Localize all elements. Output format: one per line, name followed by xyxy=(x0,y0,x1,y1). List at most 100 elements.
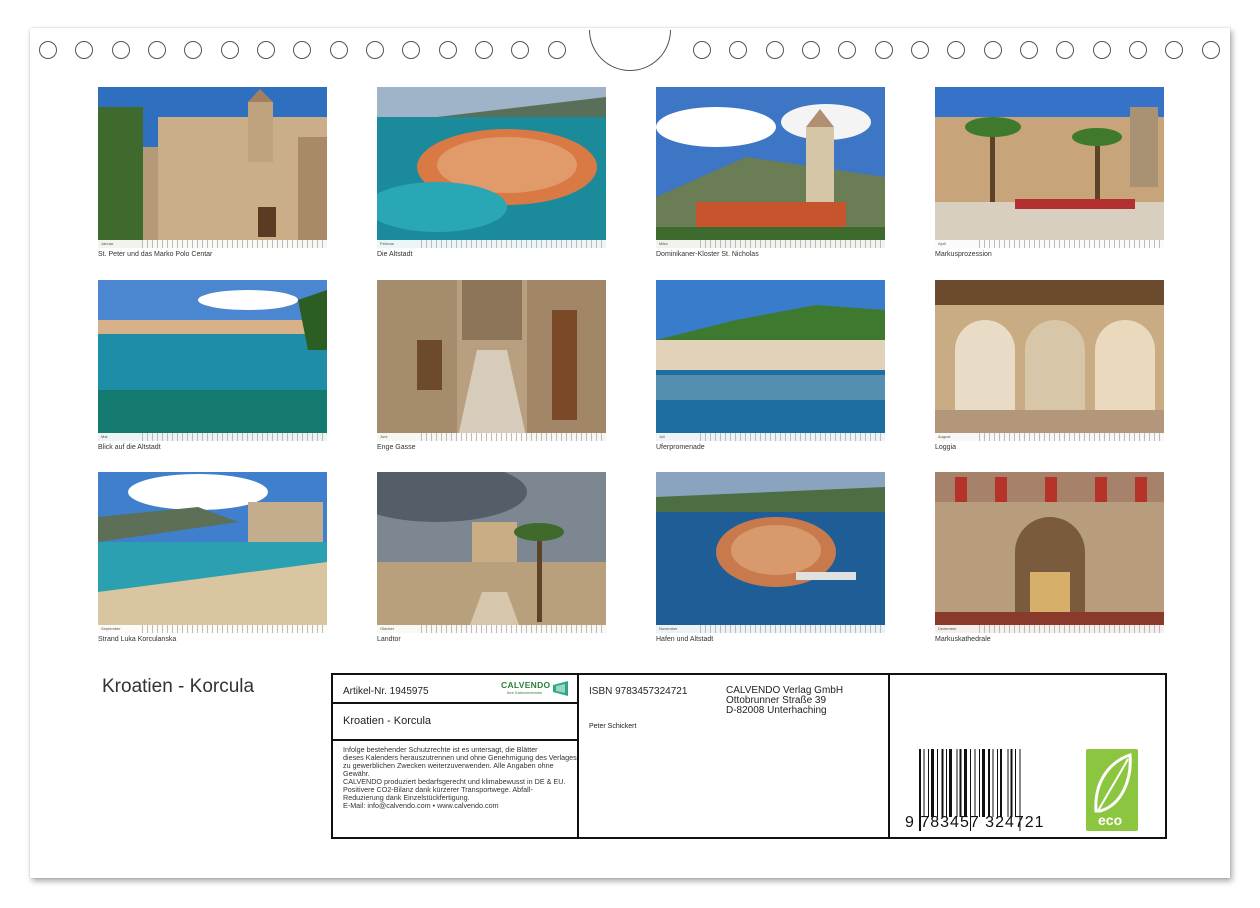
photo-image xyxy=(656,280,885,441)
strip-month-label: April xyxy=(938,241,947,246)
month-photo: Juni xyxy=(377,280,606,441)
barcode-bar xyxy=(941,749,944,817)
photo-image xyxy=(98,280,327,441)
strip-month-label: Oktober xyxy=(380,626,395,631)
month-date-strip: März xyxy=(656,240,885,248)
photo-caption: Blick auf die Altstadt xyxy=(98,444,161,451)
product-info-box: Artikel-Nr. 1945975 CALVENDO Ihre Kalend… xyxy=(331,673,1167,839)
month-date-strip: Juni xyxy=(377,433,606,441)
barcode-bar xyxy=(988,749,990,817)
month-photo: Mai xyxy=(98,280,327,441)
month-date-strip: August xyxy=(935,433,1164,441)
divider xyxy=(577,675,579,837)
strip-month-label: Mai xyxy=(101,434,108,439)
calvendo-logo: CALVENDO Ihre Kalendermarke xyxy=(501,680,571,700)
month-date-strip: Dezember xyxy=(935,625,1164,633)
photo-caption: Uferpromenade xyxy=(656,444,705,451)
photo-image xyxy=(377,87,606,248)
barcode-bar xyxy=(946,749,947,817)
photo-caption: Landtor xyxy=(377,636,401,643)
month-date-strip: Mai xyxy=(98,433,327,441)
legal-line: zu gewerblichen Zwecken weiterzuverwende… xyxy=(343,761,554,770)
strip-month-label: Dezember xyxy=(938,626,957,631)
month-photo: August xyxy=(935,280,1164,441)
barcode-bar xyxy=(949,749,952,817)
barcode-bar xyxy=(928,749,929,817)
month-photo: März xyxy=(656,87,885,248)
eco-label: eco xyxy=(1098,812,1123,828)
calvendo-mark-icon xyxy=(553,681,568,696)
barcode-bar xyxy=(1007,749,1009,817)
legal-line: E-Mail: info@calvendo.com • www.calvendo… xyxy=(343,801,499,810)
barcode-digits: 9 783457 324721 xyxy=(905,814,1045,831)
barcode-bar xyxy=(982,749,985,817)
barcode-bar xyxy=(1000,749,1002,817)
article-number: Artikel-Nr. 1945975 xyxy=(343,686,429,697)
barcode-bar xyxy=(997,749,998,817)
photo-caption: Loggia xyxy=(935,444,957,451)
month-date-strip: Januar xyxy=(98,240,327,248)
calendar-title: Kroatien - Korcula xyxy=(102,676,255,697)
month-date-strip: April xyxy=(935,240,1164,248)
barcode-bar xyxy=(923,749,925,817)
month-date-strip: Oktober xyxy=(377,625,606,633)
photo-caption: Markuskathedrale xyxy=(935,636,991,643)
month-photo: September xyxy=(98,472,327,633)
author-name: Peter Schickert xyxy=(589,723,637,730)
photo-caption: Strand Luka Korculanska xyxy=(98,636,177,643)
strip-month-label: August xyxy=(938,434,951,439)
barcode-bar xyxy=(931,749,934,817)
month-photo: Februar xyxy=(377,87,606,248)
divider xyxy=(333,739,579,741)
barcode-bar xyxy=(1010,749,1013,817)
month-photo: Oktober xyxy=(377,472,606,633)
strip-month-label: September xyxy=(101,626,121,631)
divider xyxy=(333,702,579,704)
photo-caption: Hafen und Altstadt xyxy=(656,636,714,643)
month-photo: April xyxy=(935,87,1164,248)
strip-month-label: Februar xyxy=(380,241,395,246)
barcode-bar xyxy=(964,749,967,817)
photo-caption: Die Altstadt xyxy=(377,251,413,258)
barcode-bar xyxy=(937,749,938,817)
photo-image xyxy=(656,472,885,633)
photo-caption: Markusprozession xyxy=(935,251,992,258)
eco-badge: eco xyxy=(1086,749,1138,831)
barcode-bar xyxy=(959,749,962,817)
product-title: Kroatien - Korcula xyxy=(343,715,432,727)
strip-month-label: Juni xyxy=(380,434,388,439)
photo-image xyxy=(377,280,606,441)
photo-image xyxy=(98,87,327,248)
month-date-strip: November xyxy=(656,625,885,633)
publisher-line: D-82008 Unterhaching xyxy=(726,705,827,716)
barcode-bar xyxy=(956,749,958,817)
barcode-bar xyxy=(1015,749,1016,817)
strip-month-label: Juli xyxy=(659,434,666,439)
month-photo: November xyxy=(656,472,885,633)
month-photo: Dezember xyxy=(935,472,1164,633)
photo-caption: Dominikaner-Kloster St. Nicholas xyxy=(656,251,759,258)
strip-month-label: März xyxy=(659,241,668,246)
barcode-bar xyxy=(979,749,980,817)
photo-image xyxy=(98,472,327,633)
publisher-address: CALVENDO Verlag GmbH Ottobrunner Straße 3… xyxy=(726,686,843,716)
legal-notice: Infolge bestehender Schutzrechte ist es … xyxy=(343,746,577,810)
photo-image xyxy=(656,87,885,248)
barcode-bar xyxy=(992,749,994,817)
month-photo: Juli xyxy=(656,280,885,441)
strip-month-label: November xyxy=(659,626,678,631)
photo-image xyxy=(935,280,1164,441)
strip-month-label: Januar xyxy=(101,241,114,246)
divider xyxy=(888,675,890,837)
photo-image xyxy=(935,87,1164,248)
barcode-bar xyxy=(974,749,976,817)
month-date-strip: Februar xyxy=(377,240,606,248)
photo-image xyxy=(935,472,1164,633)
photo-caption: Enge Gasse xyxy=(377,444,416,451)
isbn: ISBN 9783457324721 xyxy=(589,686,688,697)
month-date-strip: Juli xyxy=(656,433,885,441)
photo-caption: St. Peter und das Marko Polo Centar xyxy=(98,251,213,258)
photo-image xyxy=(377,472,606,633)
month-date-strip: September xyxy=(98,625,327,633)
month-photo: Januar xyxy=(98,87,327,248)
